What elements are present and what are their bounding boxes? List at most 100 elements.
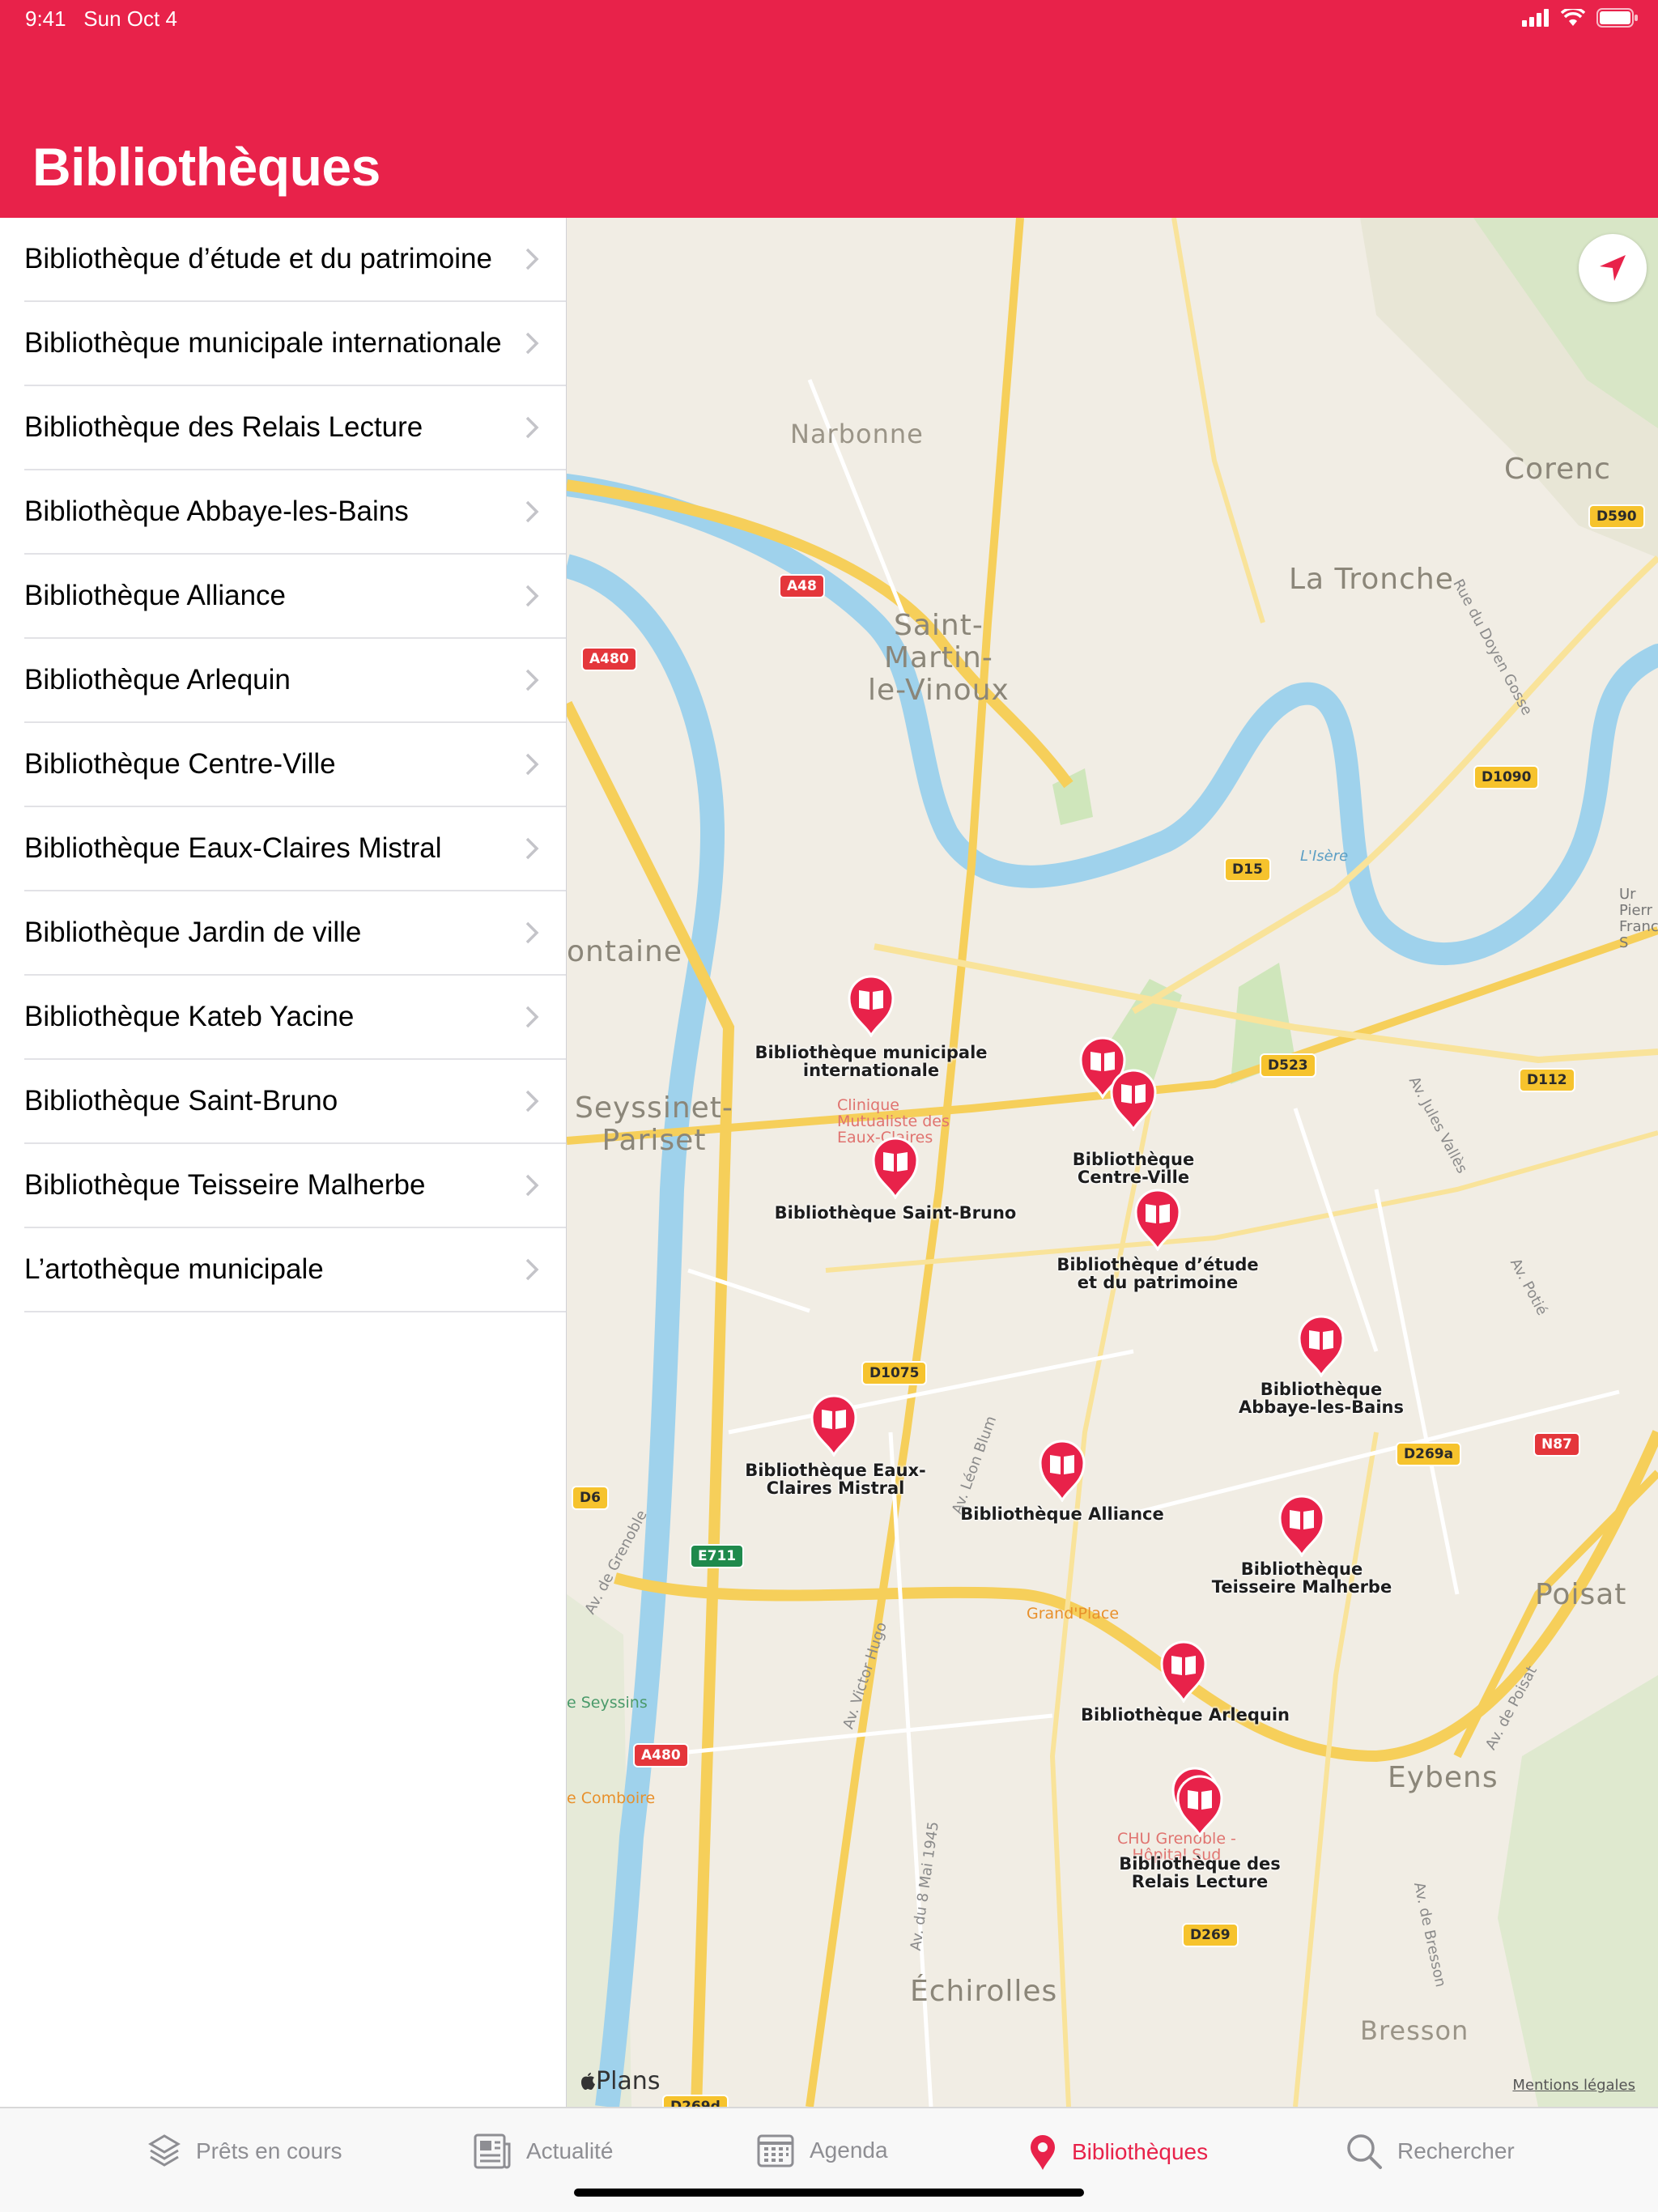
- tab-libraries[interactable]: Bibliothèques: [1028, 2133, 1208, 2172]
- map-place-edge: Ur Pierr Franc S: [1619, 886, 1658, 951]
- tab-label: Actualité: [526, 2138, 614, 2163]
- chevron-right-icon: [525, 921, 539, 944]
- apple-logo-icon: [581, 2073, 595, 2090]
- road-shield-d15: D15: [1224, 857, 1271, 882]
- list-item[interactable]: Bibliothèque Kateb Yacine: [24, 976, 566, 1060]
- list-item[interactable]: Bibliothèque des Relais Lecture: [24, 386, 566, 470]
- poi-comboire[interactable]: e Comboire: [567, 1790, 655, 1806]
- list-item-label: Bibliothèque municipale internationale: [24, 327, 502, 359]
- chevron-right-icon: [525, 753, 539, 776]
- status-date-text: Sun Oct 4: [83, 6, 177, 31]
- library-pin-alliance[interactable]: [1037, 1439, 1087, 1502]
- list-item[interactable]: Bibliothèque Saint-Bruno: [24, 1060, 566, 1144]
- library-pin-arlequin[interactable]: [1158, 1640, 1209, 1703]
- list-item[interactable]: Bibliothèque Eaux-Claires Mistral: [24, 807, 566, 891]
- road-shield-d269a: D269a: [1396, 1442, 1462, 1466]
- stack-icon: [148, 2134, 181, 2167]
- library-pin-label: Bibliothèque d’étude et du patrimoine: [1056, 1255, 1259, 1292]
- tab-label: Rechercher: [1397, 2138, 1515, 2163]
- tab-agenda[interactable]: Agenda: [756, 2133, 888, 2168]
- road-shield-a48: A48: [779, 574, 825, 598]
- list-item-label: Bibliothèque Teisseire Malherbe: [24, 1169, 426, 1201]
- search-icon: [1347, 2134, 1382, 2169]
- road-shield-d1090: D1090: [1473, 765, 1540, 789]
- chevron-right-icon: [525, 500, 539, 523]
- tab-label: Agenda: [810, 2138, 888, 2163]
- road-shield-d269d: D269d: [662, 2095, 729, 2107]
- list-item[interactable]: Bibliothèque Centre-Ville: [24, 723, 566, 807]
- chevron-right-icon: [525, 1090, 539, 1112]
- location-pin-icon: [1031, 2135, 1055, 2170]
- tab-news[interactable]: Actualité: [473, 2133, 613, 2170]
- list-item[interactable]: Bibliothèque d’étude et du patrimoine: [24, 218, 566, 302]
- list-item-label: Bibliothèque Abbaye-les-Bains: [24, 496, 409, 527]
- tab-search[interactable]: Rechercher: [1346, 2133, 1515, 2170]
- library-pin-abbaye[interactable]: [1296, 1314, 1346, 1377]
- map-place-narbonne: Narbonne: [790, 419, 924, 449]
- list-item[interactable]: Bibliothèque Teisseire Malherbe: [24, 1144, 566, 1228]
- river-label-isere: L'Isère: [1300, 848, 1349, 865]
- library-list[interactable]: Bibliothèque d’étude et du patrimoine Bi…: [0, 218, 567, 2107]
- library-pin-internationale[interactable]: [846, 974, 896, 1037]
- home-indicator[interactable]: [574, 2189, 1084, 2197]
- legal-link[interactable]: Mentions légales: [1512, 2077, 1635, 2094]
- map-place-bresson: Bresson: [1360, 2015, 1469, 2046]
- chevron-right-icon: [525, 416, 539, 439]
- locate-me-button[interactable]: [1579, 234, 1647, 302]
- road-shield-d6: D6: [572, 1486, 609, 1510]
- location-arrow-icon: [1600, 255, 1626, 281]
- map-view[interactable]: Narbonne Corenc La Tronche Saint- Martin…: [567, 218, 1658, 2107]
- calendar-icon: [757, 2134, 794, 2167]
- list-item-label: Bibliothèque Saint-Bruno: [24, 1085, 338, 1117]
- road-shield-n87: N87: [1533, 1432, 1580, 1457]
- road-shield-a480-south: A480: [633, 1743, 689, 1767]
- list-item[interactable]: Bibliothèque Alliance: [24, 555, 566, 639]
- library-pin-eaux-claires[interactable]: [809, 1393, 859, 1457]
- list-item-label: Bibliothèque Eaux-Claires Mistral: [24, 832, 442, 864]
- library-pin-etude-patrimoine[interactable]: [1133, 1188, 1183, 1251]
- tab-loans[interactable]: Prêts en cours: [147, 2133, 342, 2170]
- library-pin-centre-ville[interactable]: [1108, 1068, 1158, 1131]
- library-pin-label: Bibliothèque Alliance: [960, 1504, 1164, 1524]
- status-bar-icons: [1522, 8, 1639, 28]
- list-item[interactable]: L’artothèque municipale: [24, 1228, 566, 1312]
- list-item[interactable]: Bibliothèque Jardin de ville: [24, 891, 566, 976]
- library-pin-label: Bibliothèque des Relais Lecture: [1119, 1854, 1281, 1891]
- library-pin-label: Bibliothèque municipale internationale: [755, 1043, 988, 1080]
- chevron-right-icon: [525, 837, 539, 860]
- list-item[interactable]: Bibliothèque Arlequin: [24, 639, 566, 723]
- road-shield-d590: D590: [1588, 504, 1645, 529]
- map-place-echirolles: Échirolles: [910, 1975, 1058, 2008]
- library-pin-label: Bibliothèque Abbaye-les-Bains: [1239, 1380, 1404, 1417]
- road-shield-a480: A480: [581, 647, 637, 671]
- poi-seyssins[interactable]: e Seyssins: [567, 1695, 648, 1711]
- list-item-label: Bibliothèque d’étude et du patrimoine: [24, 243, 492, 274]
- poi-grand-place[interactable]: Grand'Place: [1027, 1606, 1119, 1622]
- road-shield-d1075: D1075: [861, 1361, 928, 1385]
- map-place-seyssinet: Seyssinet- Pariset: [575, 1091, 733, 1157]
- chevron-right-icon: [525, 248, 539, 270]
- map-place-poisat: Poisat: [1535, 1578, 1627, 1611]
- library-pin-label: Bibliothèque Arlequin: [1080, 1705, 1290, 1725]
- chevron-right-icon: [525, 585, 539, 607]
- library-pin-label: Bibliothèque Teisseire Malherbe: [1211, 1559, 1392, 1597]
- tab-label: Prêts en cours: [196, 2138, 342, 2163]
- list-item-label: Bibliothèque Centre-Ville: [24, 748, 336, 780]
- library-pin-label: Bibliothèque Eaux- Claires Mistral: [745, 1461, 926, 1498]
- map-place-eybens: Eybens: [1388, 1761, 1499, 1794]
- list-item-label: Bibliothèque Alliance: [24, 580, 287, 611]
- navigation-header: 9:41 Sun Oct 4 Bibliothèques: [0, 0, 1658, 218]
- library-pin-relais-lecture[interactable]: [1175, 1774, 1225, 1837]
- list-item-label: Bibliothèque des Relais Lecture: [24, 411, 423, 443]
- list-item-label: Bibliothèque Kateb Yacine: [24, 1001, 355, 1032]
- list-item[interactable]: Bibliothèque Abbaye-les-Bains: [24, 470, 566, 555]
- list-item[interactable]: Bibliothèque municipale internationale: [24, 302, 566, 386]
- road-shield-d269: D269: [1182, 1923, 1239, 1947]
- library-pin-saint-bruno[interactable]: [870, 1136, 920, 1199]
- map-place-saint-martin: Saint- Martin- le-Vinoux: [868, 609, 1010, 707]
- wifi-icon: [1561, 9, 1585, 26]
- chevron-right-icon: [525, 669, 539, 691]
- map-place-fontaine: ontaine: [567, 935, 682, 968]
- library-pin-teisseire[interactable]: [1277, 1494, 1327, 1557]
- chevron-right-icon: [525, 1258, 539, 1281]
